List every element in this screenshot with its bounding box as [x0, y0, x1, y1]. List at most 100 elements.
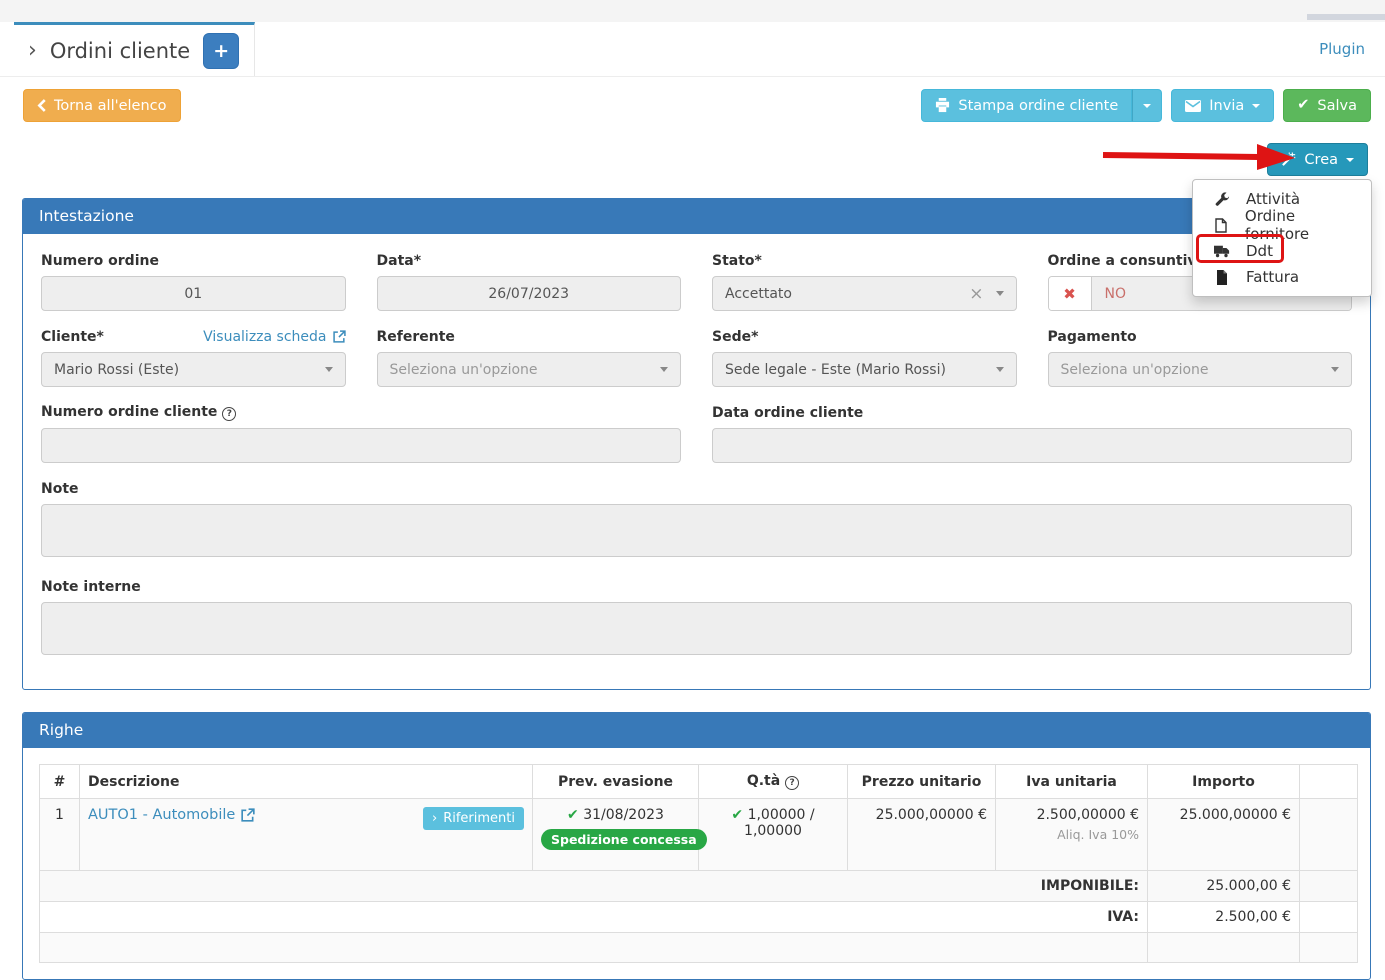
- back-to-list-button[interactable]: Torna all'elenco: [23, 89, 181, 122]
- caret-down-icon: [996, 367, 1004, 372]
- file-solid-icon: [1214, 270, 1230, 285]
- print-order-button[interactable]: Stampa ordine cliente: [921, 89, 1132, 122]
- print-options-caret[interactable]: [1132, 89, 1162, 122]
- note-textarea[interactable]: [41, 504, 1352, 557]
- righe-panel: Righe # Descrizione Prev. evasione Q.tà?…: [22, 712, 1371, 980]
- plugin-link[interactable]: Plugin: [1319, 40, 1365, 58]
- question-circle-icon[interactable]: ?: [222, 407, 236, 421]
- col-descrizione: Descrizione: [80, 765, 533, 799]
- iva-label: IVA:: [40, 902, 1148, 933]
- col-prev-evasione: Prev. evasione: [533, 765, 699, 799]
- numero-ordine-cliente-input[interactable]: [41, 428, 681, 463]
- intestazione-panel: Intestazione Numero ordine Data* Stato* …: [22, 198, 1371, 690]
- field-numero-ordine-cliente: Numero ordine cliente?: [41, 404, 681, 463]
- chevron-right-icon: ›: [432, 811, 437, 826]
- field-referente: Referente Seleziona un'opzione: [377, 328, 682, 387]
- tab-ordini-cliente[interactable]: › Ordini cliente +: [14, 22, 255, 76]
- riferimenti-badge[interactable]: › Riferimenti: [423, 807, 524, 830]
- note-interne-label: Note interne: [41, 579, 141, 595]
- top-strip: [0, 0, 1385, 22]
- totale-imponibile-row: IMPONIBILE: 25.000,00 €: [40, 871, 1358, 902]
- caret-down-icon: [660, 367, 668, 372]
- note-interne-textarea[interactable]: [41, 602, 1352, 655]
- pagamento-select[interactable]: Seleziona un'opzione: [1048, 352, 1353, 387]
- ordine-consuntivo-label: Ordine a consuntivo: [1048, 253, 1207, 269]
- menu-item-fattura[interactable]: Fattura: [1193, 264, 1371, 290]
- field-note-interne: Note interne: [41, 578, 1352, 659]
- field-data: Data*: [377, 252, 682, 311]
- printer-icon: [935, 98, 950, 113]
- note-label: Note: [41, 481, 79, 497]
- cross-icon[interactable]: ✖: [1049, 277, 1092, 310]
- check-icon: ✔: [1297, 98, 1309, 113]
- save-button[interactable]: ✔ Salva: [1283, 89, 1371, 122]
- visualizza-scheda-link[interactable]: Visualizza scheda: [203, 329, 345, 345]
- totale-iva-row: IVA: 2.500,00 €: [40, 902, 1358, 933]
- field-sede: Sede* Sede legale - Este (Mario Rossi): [712, 328, 1017, 387]
- envelope-icon: [1185, 100, 1201, 112]
- create-dropdown-menu: Attività Ordine fornitore Ddt Fattura: [1192, 179, 1372, 297]
- sede-label: Sede*: [712, 329, 758, 345]
- external-link-icon: [333, 330, 346, 343]
- col-iva-unitaria: Iva unitaria: [996, 765, 1148, 799]
- pagamento-label: Pagamento: [1048, 329, 1137, 345]
- field-numero-ordine: Numero ordine: [41, 252, 346, 311]
- check-icon: ✔: [567, 807, 579, 823]
- referente-label: Referente: [377, 329, 455, 345]
- table-row: 1 AUTO1 - Automobile: [40, 799, 1358, 871]
- numero-ordine-input[interactable]: [41, 276, 346, 311]
- spedizione-badge: Spedizione concessa: [541, 829, 707, 850]
- totale-partial-row: [40, 933, 1358, 963]
- col-prezzo-unitario: Prezzo unitario: [848, 765, 996, 799]
- righe-table: # Descrizione Prev. evasione Q.tà? Prezz…: [39, 764, 1358, 963]
- iva-value: 2.500,00 €: [1148, 902, 1300, 933]
- intestazione-panel-title: Intestazione: [23, 199, 1370, 234]
- data-input[interactable]: [377, 276, 682, 311]
- importo-cell: 25.000,00000 €: [1148, 799, 1300, 871]
- col-qta: Q.tà?: [699, 765, 848, 799]
- data-ordine-cliente-input[interactable]: [712, 428, 1352, 463]
- caret-down-icon: [1143, 104, 1151, 108]
- col-actions: [1300, 765, 1358, 799]
- caret-down-icon: [1346, 158, 1354, 162]
- send-button[interactable]: Invia: [1171, 89, 1274, 122]
- cliente-label: Cliente*: [41, 329, 104, 345]
- cliente-select[interactable]: Mario Rossi (Este): [41, 352, 346, 387]
- chevron-right-icon: ›: [28, 40, 37, 62]
- caret-down-icon: [996, 291, 1004, 296]
- field-note: Note: [41, 480, 1352, 561]
- data-label: Data*: [377, 253, 422, 269]
- qta-cell: ✔ 1,00000 / 1,00000: [699, 799, 848, 871]
- prezzo-unitario-cell: 25.000,00000 €: [848, 799, 996, 871]
- table-header-row: # Descrizione Prev. evasione Q.tà? Prezz…: [40, 765, 1358, 799]
- field-data-ordine-cliente: Data ordine cliente: [712, 404, 1352, 463]
- referente-select[interactable]: Seleziona un'opzione: [377, 352, 682, 387]
- add-order-button[interactable]: +: [203, 33, 239, 69]
- page-title: Ordini cliente: [50, 39, 190, 63]
- field-stato: Stato* Accettato ×: [712, 252, 1017, 311]
- col-num: #: [40, 765, 80, 799]
- sede-select[interactable]: Sede legale - Este (Mario Rossi): [712, 352, 1017, 387]
- iva-unitaria-cell: 2.500,00000 € Aliq. Iva 10%: [996, 799, 1148, 871]
- create-button[interactable]: Crea: [1267, 143, 1368, 176]
- article-link[interactable]: AUTO1 - Automobile: [88, 807, 255, 823]
- prev-evasione-cell: ✔ 31/08/2023 Spedizione concessa: [533, 799, 699, 871]
- row-number: 1: [40, 799, 80, 871]
- numero-ordine-label: Numero ordine: [41, 253, 159, 269]
- question-circle-icon[interactable]: ?: [785, 776, 799, 790]
- clear-icon[interactable]: ×: [969, 284, 983, 304]
- truck-icon: [1214, 245, 1230, 258]
- col-importo: Importo: [1148, 765, 1300, 799]
- wrench-icon: [1214, 192, 1230, 207]
- righe-panel-title: Righe: [23, 713, 1370, 748]
- imponibile-value: 25.000,00 €: [1148, 871, 1300, 902]
- check-icon: ✔: [731, 807, 743, 823]
- inactive-tab-stub: [1307, 14, 1385, 20]
- stato-select[interactable]: Accettato ×: [712, 276, 1017, 311]
- external-link-icon: [241, 808, 255, 822]
- aliquota-label: Aliq. Iva 10%: [1004, 827, 1139, 842]
- toolbar: Torna all'elenco Stampa ordine cliente I…: [23, 89, 1371, 122]
- menu-item-ordine-fornitore[interactable]: Ordine fornitore: [1193, 212, 1371, 238]
- stato-label: Stato*: [712, 253, 762, 269]
- caret-down-icon: [325, 367, 333, 372]
